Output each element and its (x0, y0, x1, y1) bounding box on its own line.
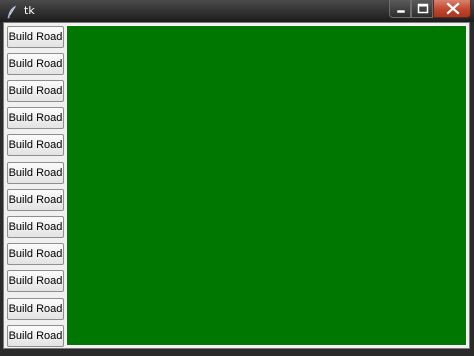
title-bar[interactable]: tk (0, 0, 474, 22)
build-road-button-12[interactable]: Build Road (7, 325, 64, 347)
green-canvas[interactable] (66, 25, 467, 346)
maximize-button[interactable] (411, 0, 433, 18)
build-road-button-4[interactable]: Build Road (7, 107, 64, 129)
build-road-button-3[interactable]: Build Road (7, 80, 64, 102)
close-button[interactable] (433, 0, 471, 18)
build-road-button-10[interactable]: Build Road (7, 270, 64, 292)
build-road-button-8[interactable]: Build Road (7, 216, 64, 238)
minimize-button[interactable] (389, 0, 411, 18)
build-road-button-7[interactable]: Build Road (7, 189, 64, 211)
build-road-button-2[interactable]: Build Road (7, 53, 64, 75)
feather-icon[interactable] (6, 4, 18, 19)
maximize-icon (417, 3, 429, 14)
window-bottom-border (0, 349, 474, 356)
app-window: tk Build Road Build Road Build Road Buil… (0, 0, 474, 356)
build-road-button-11[interactable]: Build Road (7, 298, 64, 320)
build-road-button-1[interactable]: Build Road (7, 26, 64, 48)
minimize-icon (396, 9, 406, 14)
close-icon (446, 2, 460, 15)
build-road-button-9[interactable]: Build Road (7, 243, 64, 265)
window-title: tk (24, 4, 35, 17)
build-road-button-5[interactable]: Build Road (7, 134, 64, 156)
build-road-button-6[interactable]: Build Road (7, 162, 64, 184)
client-area: Build Road Build Road Build Road Build R… (3, 22, 470, 349)
